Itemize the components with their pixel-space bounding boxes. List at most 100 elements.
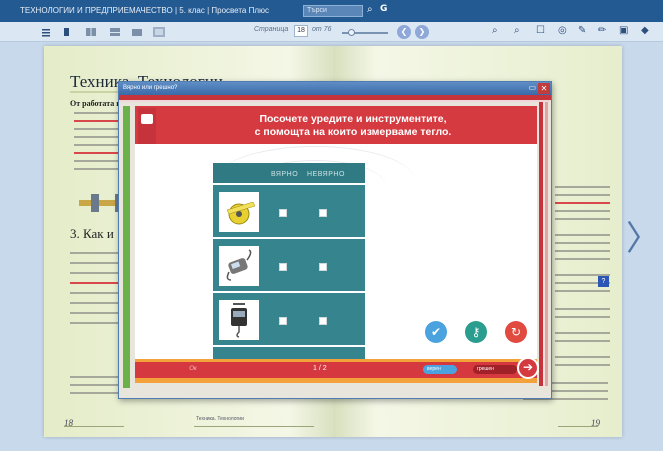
text-line [70, 302, 118, 304]
answer-row [213, 295, 365, 347]
checkbox-true[interactable] [279, 263, 287, 271]
checkbox-false[interactable] [319, 317, 327, 325]
correct-indicator: верен [423, 365, 457, 374]
text-line [555, 194, 610, 196]
text-line [74, 168, 119, 170]
text-line [555, 258, 610, 260]
zoom-slider[interactable] [342, 29, 388, 36]
text-line [74, 144, 119, 146]
question-header: Посочете уредите и инструментите, с помо… [135, 106, 537, 144]
ebook-viewer: ТЕХНОЛОГИИ И ПРЕДПРИЕМАЧЕСТВО | 5. клас … [0, 0, 663, 451]
text-line [74, 120, 119, 122]
pencil-icon[interactable]: ✏ [598, 25, 606, 36]
footer-text: Техника. Технологии [196, 416, 244, 422]
text-line [70, 262, 118, 264]
image-view-icon[interactable] [130, 25, 144, 39]
dialog-title: Вярно или грешно? [119, 82, 551, 95]
spring-balance-image [219, 300, 259, 340]
section-heading: 3. Как и [70, 226, 114, 242]
next-question-button[interactable]: ➔ [517, 357, 539, 379]
checkbox-true[interactable] [279, 209, 287, 217]
double-page-icon[interactable] [84, 25, 98, 39]
green-left-bar [123, 106, 130, 388]
pen-icon[interactable]: ✎ [578, 25, 586, 36]
text-line [70, 292, 118, 294]
text-line [555, 308, 610, 310]
total-pages-label: от 76 [312, 26, 332, 33]
text-line [70, 252, 118, 254]
text-line [74, 136, 119, 138]
quiz-content: Посочете уредите и инструментите, с помо… [135, 106, 537, 359]
single-page-icon[interactable] [60, 25, 74, 39]
fit-page-icon[interactable]: ☐ [536, 25, 545, 36]
next-page-button[interactable]: ❯ [415, 25, 429, 39]
correct-label: верен [427, 366, 441, 372]
checkbox-true[interactable] [279, 317, 287, 325]
text-line [555, 332, 610, 334]
eraser-icon[interactable]: ◆ [641, 25, 649, 36]
answer-table: ВЯРНО НЕВЯРНО [213, 163, 365, 359]
text-line [555, 290, 610, 292]
digital-hook-scale-image [219, 246, 259, 286]
question-text: Посочете уредите и инструментите, с помо… [254, 113, 452, 138]
answer-row [213, 187, 365, 239]
show-answer-key-button[interactable]: ⚷ [465, 321, 487, 343]
quiz-dialog: Вярно или грешно? ▭ ✕ Посочете уредите и… [118, 81, 552, 399]
text-line [555, 218, 610, 220]
title-bar: ТЕХНОЛОГИИ И ПРЕДПРИЕМАЧЕСТВО | 5. клас … [0, 0, 663, 22]
answer-row [213, 241, 365, 293]
page-number-input[interactable]: 18 [294, 25, 308, 37]
search-input[interactable]: Търси [303, 5, 363, 17]
text-line [555, 250, 610, 252]
text-line [555, 340, 610, 342]
google-icon[interactable]: G [380, 4, 387, 14]
text-line [74, 112, 119, 114]
info-marker-icon[interactable]: ? [598, 276, 609, 287]
close-button[interactable]: ✕ [538, 83, 550, 94]
page-label: Страница [254, 26, 289, 33]
menu-icon[interactable] [40, 25, 54, 39]
save-icon[interactable]: ▣ [619, 25, 628, 36]
zoom-in-icon[interactable]: ⌕ [492, 25, 498, 36]
question-counter: 1 / 2 [313, 365, 327, 372]
text-line [74, 152, 119, 154]
column-true-label: ВЯРНО [271, 171, 299, 178]
next-spread-arrow[interactable]: 〉 [626, 222, 660, 256]
retry-button[interactable]: ↻ [505, 321, 527, 343]
text-line [70, 272, 118, 274]
zoom-out-icon[interactable]: ⌕ [514, 25, 520, 36]
text-line [74, 128, 119, 130]
ok-button[interactable]: Ок [163, 364, 223, 375]
measuring-tape-image [219, 192, 259, 232]
frame-top-band [119, 95, 551, 102]
zoom-slider-knob[interactable] [348, 29, 355, 36]
text-line [555, 242, 610, 244]
text-line [555, 210, 610, 212]
text-line [70, 322, 118, 324]
thumbnails-icon[interactable] [108, 25, 122, 39]
view-icon[interactable]: ◎ [558, 25, 567, 36]
app-title: ТЕХНОЛОГИИ И ПРЕДПРИЕМАЧЕСТВО | 5. клас … [20, 6, 270, 15]
quiz-footer: Ок 1 / 2 верен грешен [135, 359, 537, 383]
footer-rule [64, 426, 124, 427]
text-line [555, 202, 610, 204]
answer-table-header: ВЯРНО НЕВЯРНО [213, 163, 365, 185]
page-subheading: От работата г [70, 99, 120, 108]
text-line [555, 364, 610, 366]
check-answer-button[interactable]: ✔ [425, 321, 447, 343]
text-line [555, 316, 610, 318]
prev-page-button[interactable]: ❮ [397, 25, 411, 39]
search-icon[interactable]: ⌕ [367, 4, 373, 15]
text-line [70, 282, 118, 284]
text-line [74, 160, 119, 162]
text-line [555, 234, 610, 236]
frame-right-stripe [545, 102, 548, 386]
wrong-label: грешен [477, 366, 494, 372]
text-line [555, 356, 610, 358]
column-false-label: НЕВЯРНО [307, 171, 345, 178]
minimize-icon[interactable]: ▭ [528, 84, 536, 92]
text-line [70, 312, 118, 314]
checkbox-false[interactable] [319, 263, 327, 271]
gallery-icon[interactable] [152, 25, 166, 39]
checkbox-false[interactable] [319, 209, 327, 217]
